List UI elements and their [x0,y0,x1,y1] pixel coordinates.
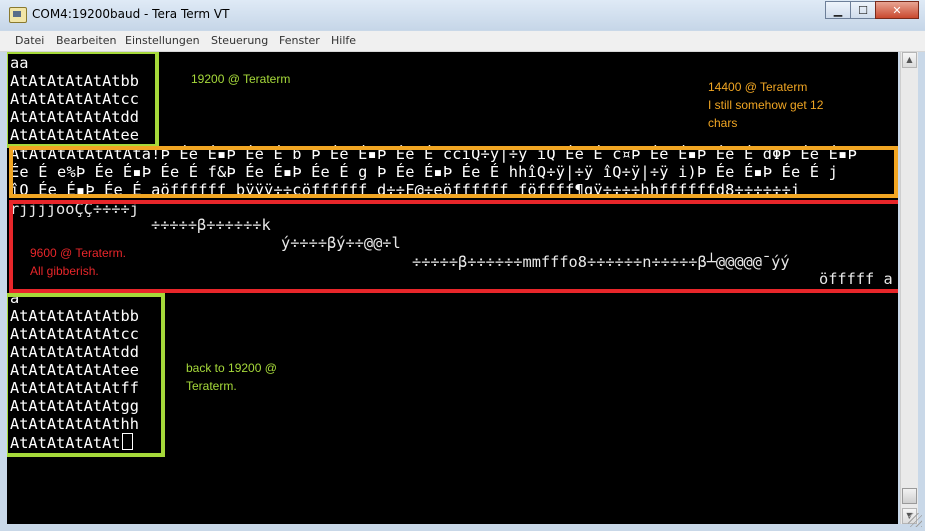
terminal-line: AtAtAtAtAtAtAta!Þ Ée É▪Þ Ée É b Þ Ée É▪Þ… [10,145,857,163]
terminal-line: öfffff a [819,270,893,288]
note-14400-line-2: I still somehow get 12 [708,98,824,112]
resize-grip[interactable] [908,513,922,527]
menu-bar: Datei Bearbeiten Einstellungen Steuerung… [0,31,925,52]
window-title: COM4:19200baud - Tera Term VT [32,7,230,21]
terminal-last-line: AtAtAtAtAtAt [10,433,133,452]
terminal-line: AtAtAtAtAtAtcc [10,325,139,343]
title-bar[interactable]: COM4:19200baud - Tera Term VT ▁ ☐ ✕ [0,0,925,30]
terminal-line: aa [10,54,29,72]
window-controls: ▁ ☐ ✕ [825,1,919,20]
vertical-scrollbar[interactable]: ▲ ▼ [900,52,918,524]
note-14400-line-1: 14400 @ Teraterm [708,80,808,94]
terminal-line-text: AtAtAtAtAtAt [10,434,121,452]
note-14400-line-3: chars [708,116,738,130]
terminal-line: ý÷÷÷÷βý÷÷@@÷l [281,234,401,252]
note-19200: 19200 @ Teraterm [191,72,291,86]
note-back-line-1: back to 19200 @ [186,361,277,375]
terminal-line: AtAtAtAtAtAtbb [10,72,139,90]
menu-steuerung[interactable]: Steuerung [211,34,268,47]
close-button[interactable]: ✕ [875,1,919,19]
terminal-screen[interactable]: aa AtAtAtAtAtAtbb AtAtAtAtAtAtcc AtAtAtA… [7,52,898,524]
terminal-line: ÷÷÷÷÷β÷÷÷÷÷÷mmfffo8÷÷÷÷÷÷n÷÷÷÷÷β┴@@@@@¯ý… [412,253,790,271]
menu-hilfe[interactable]: Hilfe [331,34,356,47]
terminal-line: AtAtAtAtAtAtff [10,379,139,397]
terminal-line: AtAtAtAtAtAtdd [10,343,139,361]
terminal-line: AtAtAtAtAtAtee [10,126,139,144]
maximize-button[interactable]: ☐ [850,1,876,19]
terminal-line: AtAtAtAtAtAtbb [10,307,139,325]
terminal-line: a [10,289,20,307]
text-cursor [121,433,133,450]
menu-bearbeiten[interactable]: Bearbeiten [56,34,116,47]
terminal-line: AtAtAtAtAtAtee [10,361,139,379]
terminal-line: rjjjjooÇÇ÷÷÷÷j [10,200,139,218]
terminal-line: AtAtAtAtAtAtgg [10,397,139,415]
note-9600-line-2: All gibberish. [30,264,99,278]
tera-term-window: COM4:19200baud - Tera Term VT ▁ ☐ ✕ Date… [0,0,925,531]
tera-term-app-icon[interactable] [9,7,27,23]
terminal-line: Ée É e%Þ Ée É▪Þ Ée É f&Þ Ée É▪Þ Ée É g Þ… [10,163,839,181]
menu-einstellungen[interactable]: Einstellungen [125,34,200,47]
scroll-up-button[interactable]: ▲ [902,52,917,68]
note-9600-line-1: 9600 @ Teraterm. [30,246,127,260]
terminal-line: AtAtAtAtAtAthh [10,415,139,433]
highlight-box-9600 [9,200,898,293]
note-back-line-2: Teraterm. [186,379,237,393]
scroll-thumb[interactable] [902,488,917,504]
terminal-line: ÷÷÷÷÷β÷÷÷÷÷÷k [151,216,271,234]
menu-fenster[interactable]: Fenster [279,34,320,47]
terminal-line: AtAtAtAtAtAtcc [10,90,139,108]
terminal-line: îQ Ée É▪Þ Ée É aöffffff bÿÿÿ÷÷cöffffff d… [10,181,801,199]
menu-datei[interactable]: Datei [15,34,44,47]
terminal-line: AtAtAtAtAtAtdd [10,108,139,126]
minimize-button[interactable]: ▁ [825,1,851,19]
